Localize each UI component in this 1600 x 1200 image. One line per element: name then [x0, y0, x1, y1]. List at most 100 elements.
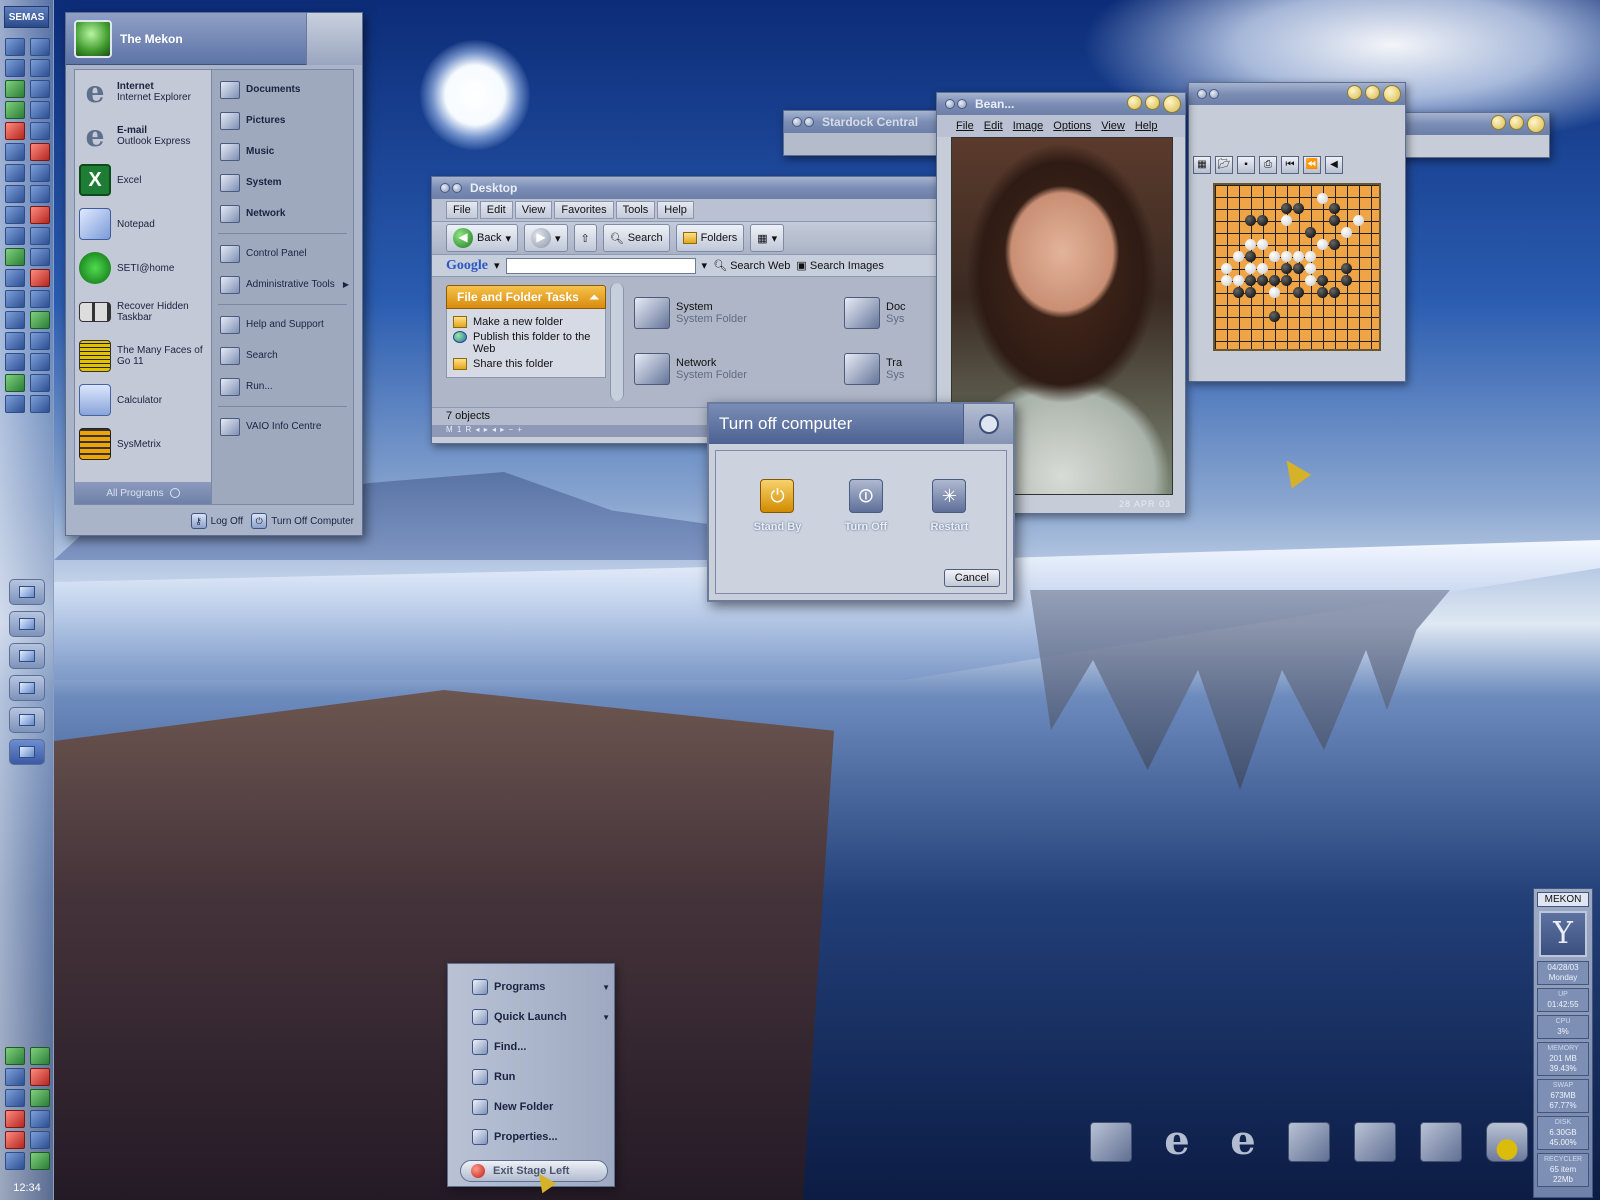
window-menu-icon[interactable] — [792, 117, 802, 127]
restart-option[interactable]: ✳ Restart — [930, 479, 968, 533]
dock-app-icon[interactable] — [5, 101, 25, 119]
tray-icon[interactable] — [5, 1152, 25, 1170]
dock-app-icon[interactable] — [5, 143, 25, 161]
start-item-calculator[interactable]: Calculator — [75, 378, 211, 422]
file-item-network[interactable]: Network System Folder — [634, 341, 844, 397]
zonealarm-icon[interactable] — [30, 1068, 50, 1086]
back-button[interactable]: ◀ Back ▾ — [446, 224, 518, 252]
dock-app-icon[interactable] — [5, 248, 25, 266]
forward-button[interactable]: ▶ ▾ — [524, 224, 568, 252]
dock-app-icon[interactable] — [30, 290, 50, 308]
task-pane-header[interactable]: File and Folder Tasks ⏶ — [446, 285, 606, 309]
start-place-help[interactable]: Help and Support — [212, 309, 353, 340]
file-item-trash[interactable]: Tra Sys — [844, 341, 924, 397]
documents-desktop-icon[interactable] — [1288, 1122, 1330, 1162]
dock-app-icon[interactable] — [5, 206, 25, 224]
dock-app-icon[interactable] — [30, 248, 50, 266]
dock-app-icon[interactable] — [30, 395, 50, 413]
window-menu-icon[interactable] — [957, 99, 967, 109]
dock-clock[interactable]: 12:34 — [0, 1182, 54, 1194]
start-place-search[interactable]: Search — [212, 340, 353, 371]
dock-app-icon[interactable] — [5, 185, 25, 203]
start-item-many-faces-of-go[interactable]: The Many Faces of Go 11 — [75, 334, 211, 378]
search-button[interactable]: 🔍︎ Search — [602, 224, 670, 252]
dock-logo[interactable]: SEMAS — [4, 6, 49, 28]
dock-task-button[interactable] — [8, 643, 45, 669]
tray-icon[interactable] — [5, 1068, 25, 1086]
file-item-documents[interactable]: Doc Sys — [844, 285, 924, 341]
maximize-button[interactable] — [1509, 115, 1524, 130]
search-web-button[interactable]: 🔍︎ Search Web — [713, 259, 790, 272]
start-place-pictures[interactable]: Pictures — [212, 105, 353, 136]
minimize-button[interactable] — [1347, 85, 1362, 100]
previous-move-icon[interactable]: ◀ — [1325, 156, 1343, 174]
dock-task-button[interactable] — [8, 707, 45, 733]
menu-file[interactable]: File — [951, 118, 979, 134]
dock-app-icon[interactable] — [30, 311, 50, 329]
start-item-sysmetrix[interactable]: SysMetrix — [75, 422, 211, 466]
outlook-express-icon[interactable]: e — [1222, 1121, 1264, 1162]
stand-by-icon[interactable]: ⏻ — [760, 479, 795, 513]
ctx-find[interactable]: Find... — [448, 1032, 614, 1062]
start-item-recover-taskbar[interactable]: Recover Hidden Taskbar — [75, 290, 211, 334]
menu-help[interactable]: Help — [657, 201, 694, 219]
task-share-folder[interactable]: Share this folder — [453, 358, 599, 370]
start-item-email[interactable]: e E-mail Outlook Express — [75, 114, 211, 158]
dialog-titlebar[interactable]: Turn off computer — [709, 404, 1013, 444]
start-place-control-panel[interactable]: Control Panel — [212, 238, 353, 269]
ctx-quick-launch[interactable]: Quick Launch ▼ — [448, 1002, 614, 1032]
dock-app-icon[interactable] — [5, 290, 25, 308]
minimize-button[interactable] — [1491, 115, 1506, 130]
dock-app-icon[interactable] — [30, 101, 50, 119]
tray-icon[interactable] — [5, 1089, 25, 1107]
file-item-system[interactable]: System System Folder — [634, 285, 844, 341]
dock-app-icon[interactable] — [5, 311, 25, 329]
tray-icon[interactable] — [5, 1110, 25, 1128]
google-search-input[interactable] — [505, 257, 696, 274]
window-titlebar[interactable] — [1189, 83, 1405, 105]
window-menu-icon[interactable] — [1209, 89, 1219, 99]
dock-app-icon[interactable] — [30, 59, 50, 77]
maximize-button[interactable] — [1365, 85, 1380, 100]
ctx-properties[interactable]: Properties... — [448, 1122, 614, 1152]
window-menu-icon[interactable] — [945, 99, 955, 109]
dock-app-icon[interactable] — [5, 122, 25, 140]
dock-task-button[interactable] — [8, 675, 45, 701]
close-button[interactable] — [1527, 115, 1545, 133]
start-place-vaio-info-centre[interactable]: VAIO Info Centre — [212, 411, 353, 442]
start-place-system[interactable]: System — [212, 167, 353, 198]
window-menu-icon[interactable] — [1197, 89, 1207, 99]
user-avatar[interactable] — [74, 19, 112, 58]
dock-app-icon[interactable] — [30, 353, 50, 371]
log-off-button[interactable]: ⚷ Log Off — [190, 513, 243, 529]
system-desktop-icon[interactable] — [1090, 1122, 1132, 1162]
ctx-run[interactable]: Run — [448, 1062, 614, 1092]
window-titlebar[interactable]: Desktop — [432, 177, 960, 199]
dock-app-icon[interactable] — [30, 122, 50, 140]
grid-icon[interactable]: ▦ — [1193, 156, 1211, 174]
task-make-new-folder[interactable]: Make a new folder — [453, 316, 599, 328]
tray-icon[interactable] — [5, 1047, 25, 1065]
print-icon[interactable]: ⎙ — [1259, 156, 1277, 174]
window-menu-icon[interactable] — [452, 183, 462, 193]
dock-app-icon[interactable] — [30, 143, 50, 161]
dock-task-button-active[interactable] — [8, 739, 45, 765]
start-place-run[interactable]: Run... — [212, 371, 353, 402]
dock-app-icon[interactable] — [30, 38, 50, 56]
restart-icon[interactable]: ✳ — [932, 479, 967, 513]
tray-icon[interactable] — [5, 1131, 25, 1149]
dock-app-icon[interactable] — [30, 164, 50, 182]
dock-app-icon[interactable] — [5, 38, 25, 56]
menu-image[interactable]: Image — [1008, 118, 1049, 134]
chevron-down-icon[interactable]: ▾ — [702, 259, 708, 272]
dock-app-icon[interactable] — [30, 269, 50, 287]
start-place-administrative-tools[interactable]: Administrative Tools ▶ — [212, 269, 353, 300]
start-place-network[interactable]: Network — [212, 198, 353, 229]
menu-tools[interactable]: Tools — [615, 201, 656, 219]
menu-options[interactable]: Options — [1048, 118, 1096, 134]
dock-app-icon[interactable] — [30, 374, 50, 392]
dock-app-icon[interactable] — [5, 80, 25, 98]
menu-edit[interactable]: Edit — [979, 118, 1008, 134]
start-item-internet[interactable]: e Internet Internet Explorer — [75, 70, 211, 114]
dock-app-icon[interactable] — [30, 227, 50, 245]
